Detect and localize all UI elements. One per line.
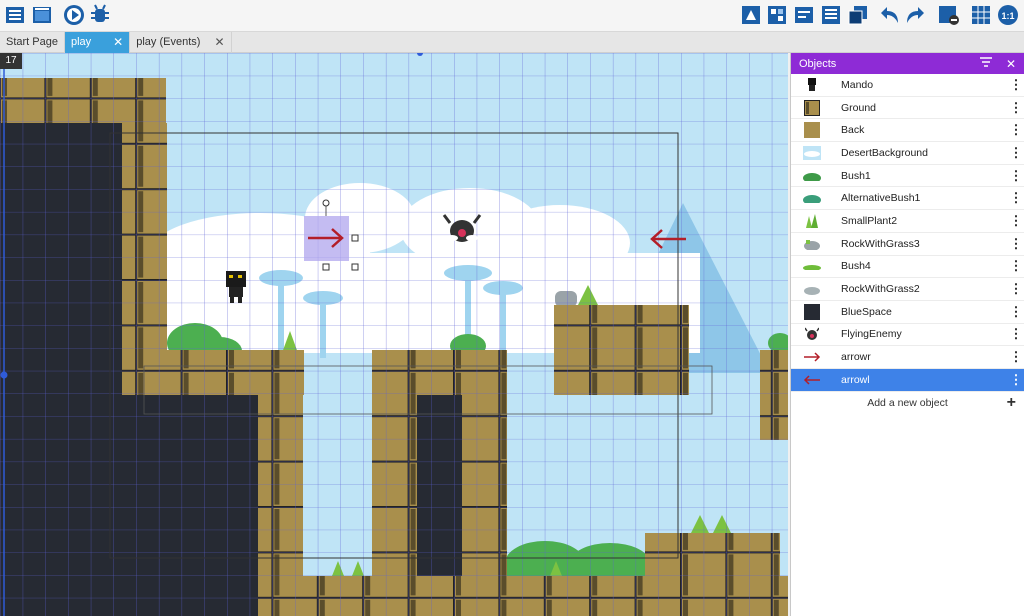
- object-row-alternativebush1[interactable]: AlternativeBush1 ⋮: [791, 187, 1024, 211]
- more-options-icon[interactable]: ⋮: [1008, 100, 1024, 116]
- close-icon[interactable]: ✕: [1006, 57, 1016, 71]
- object-name: arrowr: [841, 351, 871, 364]
- object-name: BlueSpace: [841, 305, 892, 318]
- object-row-arrowr[interactable]: arrowr ⋮: [791, 346, 1024, 369]
- objects-panel-icon[interactable]: [740, 4, 762, 26]
- more-options-icon[interactable]: ⋮: [1008, 145, 1024, 161]
- flying-enemy-icon: [803, 326, 821, 342]
- more-options-icon[interactable]: ⋮: [1008, 236, 1024, 252]
- object-name: arrowl: [841, 373, 870, 386]
- tab-label: Start Page: [6, 36, 58, 48]
- alt-bush-icon: [803, 190, 821, 206]
- object-row-mando[interactable]: Mando ⋮: [791, 74, 1024, 97]
- bush4-icon: [803, 258, 821, 274]
- more-options-icon[interactable]: ⋮: [1008, 213, 1024, 229]
- editor-tabs: Start Page play ✕ play (Events) ✕: [0, 32, 1024, 53]
- more-options-icon[interactable]: ⋮: [1008, 168, 1024, 184]
- object-row-smallplant2[interactable]: SmallPlant2 ⋮: [791, 210, 1024, 233]
- layers-icon[interactable]: [847, 4, 869, 26]
- object-name: RockWithGrass3: [841, 237, 920, 250]
- preview-play-icon[interactable]: [63, 4, 85, 26]
- object-row-bush1[interactable]: Bush1 ⋮: [791, 165, 1024, 188]
- mando-icon: [803, 77, 821, 93]
- object-name: Mando: [841, 78, 874, 91]
- tab-label: play: [70, 36, 92, 48]
- bluespace-icon: [803, 303, 821, 320]
- more-options-icon[interactable]: ⋮: [1008, 349, 1024, 365]
- object-name: Bush1: [841, 169, 871, 182]
- more-options-icon[interactable]: ⋮: [1008, 122, 1024, 138]
- small-plant-icon: [803, 213, 821, 229]
- more-options-icon[interactable]: ⋮: [1008, 258, 1024, 274]
- filter-icon[interactable]: [979, 57, 992, 70]
- main-toolbar: 1:1: [0, 0, 1024, 32]
- tab-play-events[interactable]: play (Events) ✕: [130, 32, 232, 53]
- object-row-back[interactable]: Back ⋮: [791, 119, 1024, 143]
- undo-icon[interactable]: [878, 4, 900, 26]
- object-name: FlyingEnemy: [841, 328, 902, 341]
- scene-editor-icon[interactable]: [31, 4, 53, 26]
- more-options-icon[interactable]: ⋮: [1008, 304, 1024, 320]
- tab-play[interactable]: play ✕: [64, 32, 131, 53]
- object-name: Ground: [841, 101, 877, 114]
- objects-panel-header: Objects ✕: [791, 53, 1024, 74]
- close-icon[interactable]: ✕: [214, 32, 224, 53]
- panel-title: Objects: [799, 57, 837, 70]
- grid-icon[interactable]: [970, 4, 992, 26]
- scene-drawing: [0, 53, 788, 616]
- object-row-bush4[interactable]: Bush4 ⋮: [791, 256, 1024, 279]
- more-options-icon[interactable]: ⋮: [1008, 190, 1024, 206]
- object-groups-icon[interactable]: [766, 4, 788, 26]
- rock-grass2-icon: [803, 281, 821, 297]
- debugger-icon[interactable]: [89, 4, 111, 26]
- add-object-label: Add a new object: [867, 396, 948, 409]
- tab-label: play (Events): [136, 36, 201, 48]
- project-manager-icon[interactable]: [4, 4, 26, 26]
- object-name: Back: [841, 124, 865, 137]
- object-row-ground[interactable]: Ground ⋮: [791, 97, 1024, 120]
- more-options-icon[interactable]: ⋮: [1008, 77, 1024, 93]
- ground-icon: [803, 99, 821, 116]
- object-name: RockWithGrass2: [841, 283, 920, 296]
- more-options-icon[interactable]: ⋮: [1008, 326, 1024, 342]
- instances-list-icon[interactable]: [820, 4, 842, 26]
- object-row-desertbackground[interactable]: DesertBackground ⋮: [791, 142, 1024, 165]
- bush-icon: [803, 168, 821, 184]
- properties-panel-icon[interactable]: [793, 4, 815, 26]
- add-object-button[interactable]: Add a new object +: [791, 392, 1024, 414]
- object-row-bluespace[interactable]: BlueSpace ⋮: [791, 301, 1024, 324]
- redo-icon[interactable]: [905, 4, 927, 26]
- grid-toggle-icon[interactable]: [938, 4, 960, 26]
- plus-icon[interactable]: +: [1007, 394, 1016, 412]
- close-icon[interactable]: ✕: [113, 32, 123, 53]
- object-name: SmallPlant2: [841, 214, 898, 227]
- arrow-right-icon: [803, 349, 821, 365]
- tab-start-page[interactable]: Start Page: [0, 32, 65, 53]
- object-name: DesertBackground: [841, 146, 928, 159]
- zoom-badge: 17: [0, 53, 22, 69]
- object-row-arrowl[interactable]: arrowl ⋮: [791, 368, 1024, 392]
- object-name: AlternativeBush1: [841, 192, 921, 205]
- more-options-icon[interactable]: ⋮: [1008, 281, 1024, 297]
- object-row-flyingenemy[interactable]: FlyingEnemy ⋮: [791, 324, 1024, 347]
- more-options-icon[interactable]: ⋮: [1008, 372, 1024, 388]
- object-name: Bush4: [841, 260, 871, 273]
- desert-background-icon: [803, 145, 821, 161]
- zoom-reset-icon[interactable]: 1:1: [997, 4, 1019, 26]
- object-row-rockwithgrass3[interactable]: RockWithGrass3 ⋮: [791, 233, 1024, 256]
- objects-panel: Objects ✕ Mando ⋮ Ground ⋮ Back ⋮ DesertBackgr…: [790, 53, 1024, 616]
- arrow-left-icon: [803, 372, 821, 388]
- object-row-rockwithgrass2[interactable]: RockWithGrass2 ⋮: [791, 278, 1024, 301]
- objects-list: Mando ⋮ Ground ⋮ Back ⋮ DesertBackground ⋮ Bush1…: [791, 74, 1024, 392]
- svg-text:1:1: 1:1: [1001, 11, 1014, 21]
- scene-canvas[interactable]: 17: [0, 53, 788, 616]
- rock-grass-icon: [803, 236, 821, 252]
- back-icon: [803, 122, 821, 139]
